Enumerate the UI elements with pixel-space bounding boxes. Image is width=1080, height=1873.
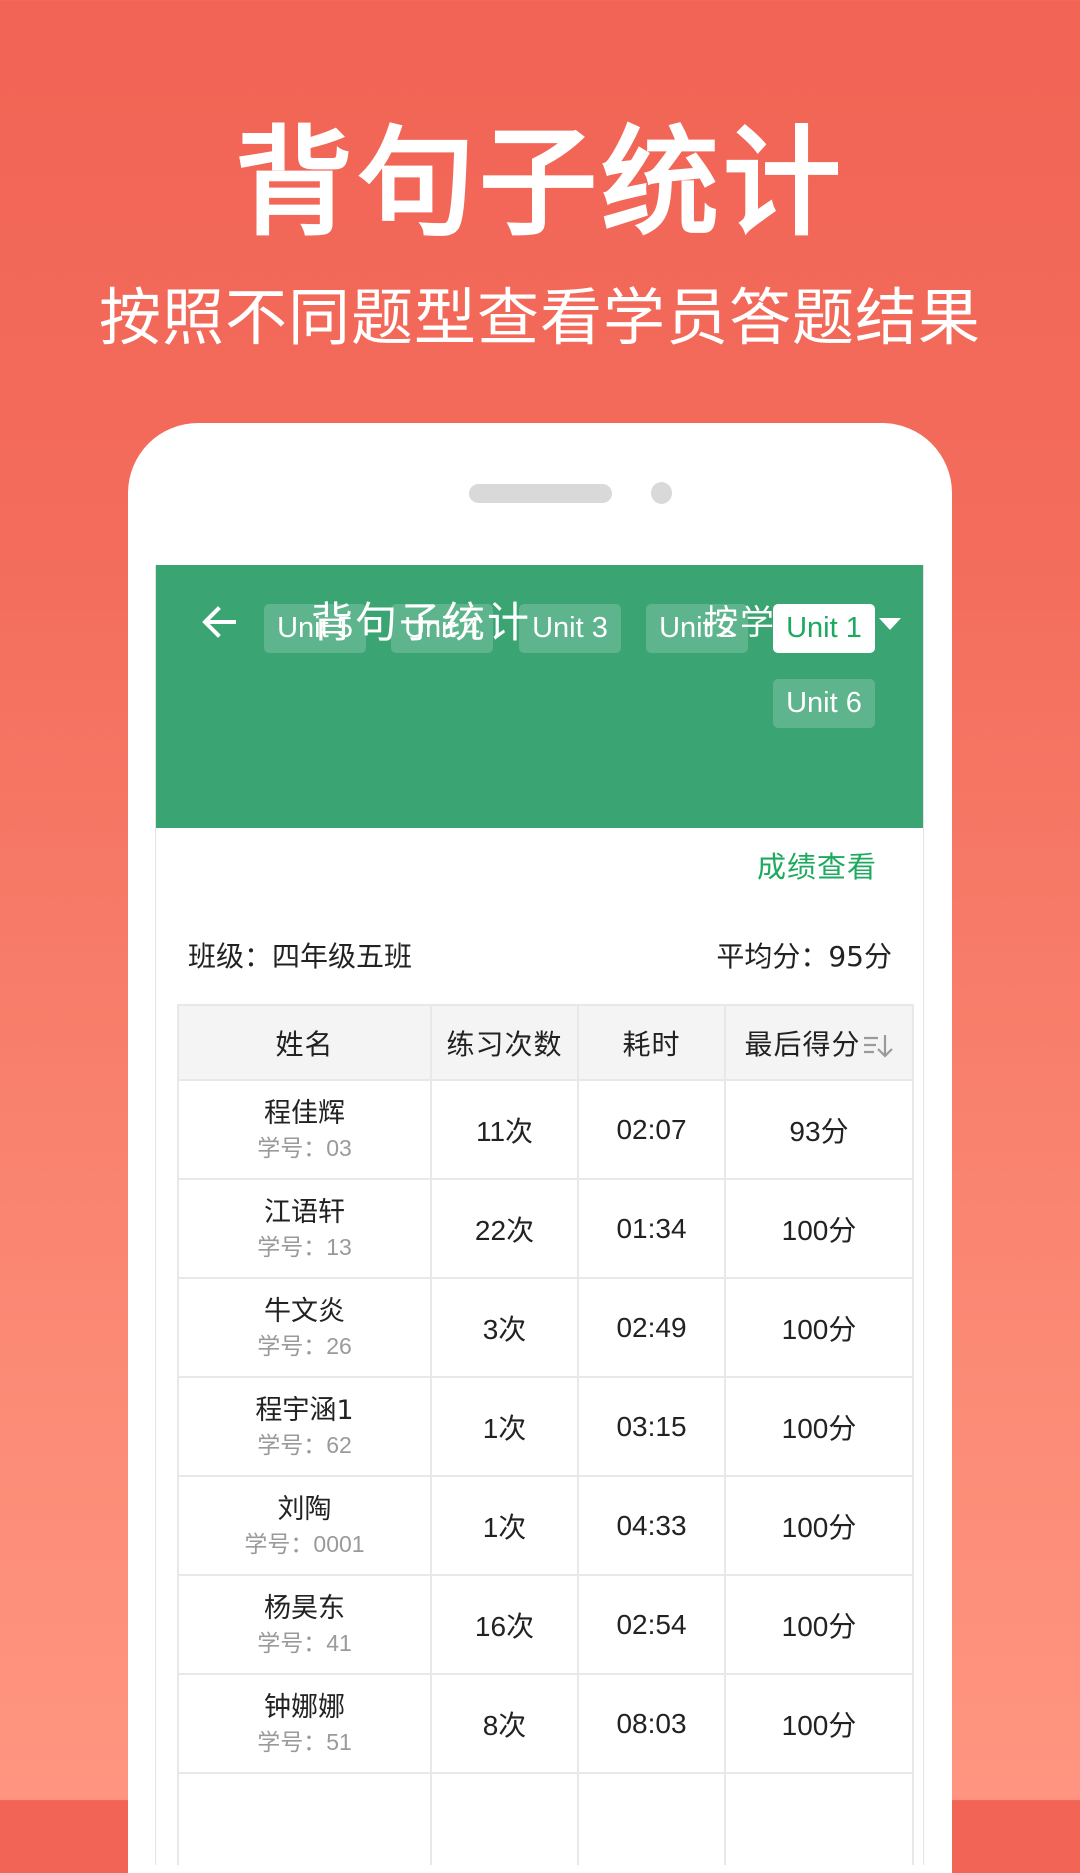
practice-count xyxy=(430,1772,579,1865)
table-row[interactable]: 程宇涵1 学号：62 1次 03:15 100分 xyxy=(177,1376,914,1477)
student-name: 江语轩 xyxy=(264,1196,345,1228)
table-header-row: 姓名 练习次数 耗时 最后得分 xyxy=(177,1004,914,1081)
table-row[interactable]: 江语轩 学号：13 22次 01:34 100分 xyxy=(177,1178,914,1279)
view-scores-link[interactable]: 成绩查看 xyxy=(757,847,877,887)
table-row[interactable]: 杨昊东 学号：41 16次 02:54 100分 xyxy=(177,1574,914,1675)
header-last-score[interactable]: 最后得分 xyxy=(724,1004,914,1081)
time-spent: 01:34 xyxy=(577,1178,726,1279)
student-id: 学号：41 xyxy=(257,1629,352,1656)
last-score xyxy=(724,1772,914,1865)
phone-speaker xyxy=(469,484,612,503)
unit-tab-2[interactable]: Unit 2 xyxy=(646,604,748,653)
student-id: 学号：03 xyxy=(257,1134,352,1161)
unit-tab-1[interactable]: Unit 1 xyxy=(773,604,875,653)
student-cell: 程宇涵1 学号：62 xyxy=(177,1376,432,1477)
hero-title: 背句子统计 xyxy=(234,114,845,252)
practice-count: 1次 xyxy=(430,1376,579,1477)
student-name: 牛文炎 xyxy=(264,1295,345,1327)
table-row[interactable]: 刘陶 学号：0001 1次 04:33 100分 xyxy=(177,1475,914,1576)
last-score: 100分 xyxy=(724,1178,914,1279)
last-score: 100分 xyxy=(724,1475,914,1576)
student-id: 学号：62 xyxy=(257,1431,352,1458)
student-cell: 牛文炎学号：26 xyxy=(177,1277,432,1378)
last-score: 93分 xyxy=(724,1079,914,1180)
practice-count: 3次 xyxy=(430,1277,579,1378)
header-name: 姓名 xyxy=(177,1004,432,1081)
student-name: 刘陶 xyxy=(277,1493,332,1525)
header-last-score-label: 最后得分 xyxy=(744,1027,861,1061)
unit-tab-4[interactable]: Unit 4 xyxy=(391,604,493,653)
student-name: 程佳辉 xyxy=(264,1097,345,1129)
average-score: 平均分：95分 xyxy=(716,940,892,973)
student-name: 钟娜娜 xyxy=(264,1691,345,1723)
student-id: 学号：51 xyxy=(257,1728,352,1755)
hero-subtitle: 按照不同题型查看学员答题结果 xyxy=(98,281,981,354)
table-row[interactable]: 钟娜娜 学号：51 8次 08:03 100分 xyxy=(177,1673,914,1774)
header-practice-count: 练习次数 xyxy=(430,1004,579,1081)
student-cell: 钟娜娜学号：51 xyxy=(177,1673,432,1774)
time-spent: 02:49 xyxy=(577,1277,726,1378)
student-name: 程宇涵1 xyxy=(255,1394,354,1426)
time-spent: 04:33 xyxy=(577,1475,726,1576)
table-row[interactable]: 牛文炎 学号：26 3次 02:49 100分 xyxy=(177,1277,914,1378)
student-cell: 刘陶学号：0001 xyxy=(177,1475,432,1576)
student-cell: 杨昊东学号：41 xyxy=(177,1574,432,1675)
practice-count: 8次 xyxy=(430,1673,579,1774)
last-score: 100分 xyxy=(724,1673,914,1774)
class-info: 班级：四年级五班 xyxy=(188,940,413,973)
student-stats-table: 姓名 练习次数 耗时 最后得分 程佳辉 学号：03 11次 02:07 93分 江语轩 学号… xyxy=(177,1004,914,1865)
student-cell xyxy=(177,1772,432,1865)
arrow-left-icon xyxy=(202,606,236,638)
header-time-spent: 耗时 xyxy=(577,1004,726,1081)
student-name: 杨昊东 xyxy=(264,1592,345,1624)
sort-descending-icon[interactable] xyxy=(862,1032,894,1060)
unit-tab-5[interactable]: Unit 5 xyxy=(264,604,366,653)
practice-count: 1次 xyxy=(430,1475,579,1576)
time-spent: 03:15 xyxy=(577,1376,726,1477)
time-spent: 08:03 xyxy=(577,1673,726,1774)
student-cell: 程佳辉学号：03 xyxy=(177,1079,432,1180)
student-id: 学号：26 xyxy=(257,1332,352,1359)
unit-tab-3[interactable]: Unit 3 xyxy=(519,604,621,653)
student-id: 学号：0001 xyxy=(244,1530,365,1557)
back-button[interactable] xyxy=(194,597,244,647)
time-spent xyxy=(577,1772,726,1865)
unit-tab-6[interactable]: Unit 6 xyxy=(773,679,875,728)
practice-count: 11次 xyxy=(430,1079,579,1180)
app-bar: 背句子统计 按学生 Unit 5 Unit 4 Unit 3 Unit 2 Un… xyxy=(156,565,923,828)
table-row[interactable]: 程佳辉 学号：03 11次 02:07 93分 xyxy=(177,1079,914,1180)
last-score: 100分 xyxy=(724,1376,914,1477)
caret-down-icon xyxy=(879,618,901,630)
table-row[interactable] xyxy=(177,1772,914,1865)
student-cell: 江语轩学号：13 xyxy=(177,1178,432,1279)
practice-count: 16次 xyxy=(430,1574,579,1675)
phone-camera xyxy=(651,482,672,504)
last-score: 100分 xyxy=(724,1277,914,1378)
time-spent: 02:54 xyxy=(577,1574,726,1675)
student-id: 学号：13 xyxy=(257,1233,352,1260)
time-spent: 02:07 xyxy=(577,1079,726,1180)
app-screen: 背句子统计 按学生 Unit 5 Unit 4 Unit 3 Unit 2 Un… xyxy=(155,565,924,1865)
last-score: 100分 xyxy=(724,1574,914,1675)
practice-count: 22次 xyxy=(430,1178,579,1279)
